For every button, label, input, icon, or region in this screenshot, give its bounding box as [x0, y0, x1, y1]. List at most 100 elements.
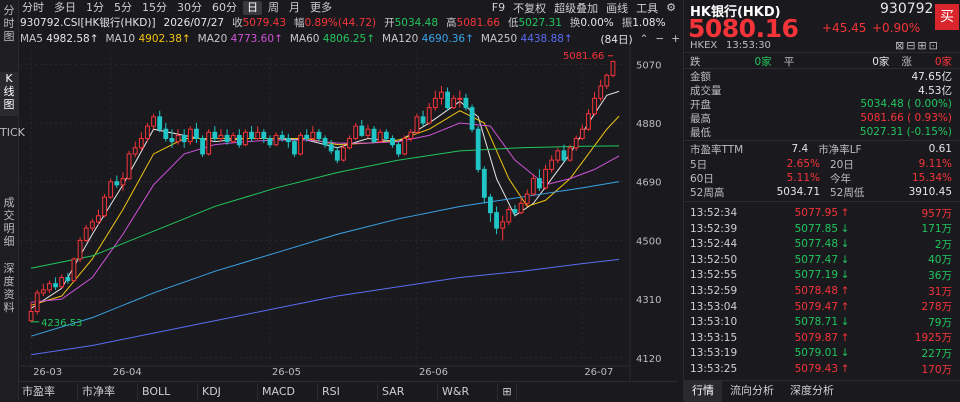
plus-icon[interactable]: +	[671, 33, 680, 45]
period-multiday[interactable]: 多日	[50, 1, 80, 15]
tab-flow-analysis[interactable]: 流向分析	[722, 381, 782, 402]
candle-body	[322, 137, 328, 146]
buy-button[interactable]: 买	[935, 4, 959, 30]
candle-body	[537, 178, 542, 189]
valuation-row: 市盈率TTM 7.4 市净率LF 0.61	[690, 143, 952, 156]
candle-body	[506, 209, 512, 223]
tab-depth-analysis[interactable]: 深度分析	[782, 381, 842, 402]
tick-volume: 31万	[928, 285, 952, 298]
period-30min[interactable]: 30分	[173, 1, 206, 15]
period-more[interactable]: 更多	[306, 1, 336, 15]
candle-body	[175, 134, 181, 143]
tick-volume: 957万	[921, 207, 952, 220]
candle-body	[53, 283, 58, 288]
bar-count[interactable]: (84日)	[601, 32, 633, 47]
candle-body	[298, 134, 303, 155]
indicator-pb[interactable]: 市净率	[78, 383, 138, 401]
up-label: 涨	[901, 55, 912, 68]
tick-row: 13:52:55 5077.19 ↓ 36万	[690, 268, 952, 282]
amp-value: 1.08%	[632, 17, 666, 29]
panel-tabs: 行情 流向分析 深度分析	[684, 380, 960, 402]
candle-body	[102, 196, 107, 217]
security-code: 930792.CSI[HK银行(HKD)]	[20, 17, 156, 29]
candle-body	[132, 147, 138, 155]
y-tick-label: 4880	[636, 119, 661, 130]
stat-amount: 金额 47.65亿	[690, 70, 952, 83]
indicator-boll[interactable]: BOLL	[138, 383, 198, 401]
candle-body	[138, 137, 144, 149]
tick-price: 5079.47	[794, 300, 838, 313]
panel-icons[interactable]: ⊠⊟⊞⊡	[895, 39, 940, 52]
draw-button[interactable]: 画线	[606, 0, 628, 16]
candle-body	[353, 125, 359, 139]
indicator-kdj[interactable]: KDJ	[198, 383, 258, 401]
period-timeshare[interactable]: 分时	[18, 1, 48, 15]
candle-body	[530, 178, 536, 195]
chevron-up-icon[interactable]: ⌃	[640, 33, 649, 45]
indicator-macd[interactable]: MACD	[258, 383, 318, 401]
y-tick-label: 4500	[636, 236, 661, 247]
tab-quote[interactable]: 行情	[684, 381, 722, 402]
period-60min[interactable]: 60分	[208, 1, 241, 15]
candle-body	[151, 116, 156, 127]
tick-volume: 40万	[928, 254, 952, 267]
period-1min[interactable]: 1分	[82, 1, 108, 15]
arrow-up-icon: ↑	[840, 207, 850, 219]
candle-body	[408, 131, 414, 139]
period-day[interactable]: 日	[243, 0, 262, 15]
tick-row: 13:52:44 5077.48 ↓ 2万	[690, 237, 952, 251]
candle-body	[218, 134, 224, 139]
overlay-button[interactable]: 超级叠加	[554, 0, 598, 16]
indicator-pe[interactable]: 市盈率	[18, 383, 78, 401]
quote-info-row: 930792.CSI[HK银行(HKD)] 2026/07/27 收5079.4…	[20, 15, 680, 30]
open-label: 开	[384, 17, 395, 29]
y-tick-label: 4690	[636, 178, 661, 189]
open-value: 5034.48	[394, 17, 439, 29]
candle-body	[469, 107, 475, 130]
tick-time: 13:53:04	[690, 300, 738, 313]
period-15min[interactable]: 15分	[138, 1, 171, 15]
kline-chart[interactable]: 5070 4880 4690 4500 4310 4120 26-03 26-04 26-05 2…	[18, 46, 680, 381]
candle-body	[316, 131, 322, 139]
arrow-down-icon: ↓	[840, 238, 850, 251]
price-change: +45.45	[822, 21, 867, 35]
gear-icon[interactable]: ⚙	[666, 1, 676, 14]
tick-volume: 1925万	[914, 332, 952, 345]
f9-button[interactable]: F9	[492, 1, 505, 14]
y-tick-label: 4310	[636, 295, 661, 306]
candle-body	[341, 147, 346, 161]
tab-depth[interactable]: 深度资料	[0, 262, 18, 318]
tools-button[interactable]: 工具	[636, 0, 658, 16]
indicator-wr[interactable]: W&R	[438, 383, 498, 401]
minus-icon[interactable]: −	[655, 33, 664, 45]
candle-body	[402, 137, 408, 155]
candle-body	[396, 144, 401, 155]
tick-time: 13:52:55	[690, 269, 738, 282]
period-month[interactable]: 月	[285, 1, 304, 15]
tab-kline[interactable]: K线图	[0, 72, 18, 116]
down-label: 跌	[690, 55, 701, 68]
arrow-up-icon: ↑	[840, 300, 850, 313]
ma5-legend: MA5 4982.58↑	[20, 33, 99, 45]
stat-open: 开盘 5034.48 ( 0.00%)	[690, 98, 952, 111]
candle-body	[500, 221, 506, 229]
amp-label: 振	[621, 17, 633, 29]
arrow-down-icon: ↓	[840, 222, 850, 235]
period-week[interactable]: 周	[264, 1, 283, 15]
tab-timeshare[interactable]: 分时图	[0, 4, 18, 44]
add-indicator-icon[interactable]: ⊞	[498, 383, 517, 401]
candle-body	[200, 137, 205, 155]
tab-tick[interactable]: TICK	[0, 126, 25, 182]
perf-row-1: 5日 2.65% 20日 9.11%	[690, 158, 952, 171]
ma20-legend: MA20 4773.60↑	[197, 33, 283, 45]
tick-time: 13:53:25	[690, 363, 738, 375]
indicator-rsi[interactable]: RSI	[318, 383, 378, 401]
candle-body	[249, 131, 254, 139]
period-5min[interactable]: 5分	[110, 1, 136, 15]
candle-body	[83, 227, 89, 241]
indicator-sar[interactable]: SAR	[378, 383, 438, 401]
tick-row: 13:53:04 5079.47 ↑ 278万	[690, 300, 952, 314]
candle-body	[206, 131, 212, 155]
tab-trade-detail[interactable]: 成交明细	[0, 196, 18, 252]
adjust-button[interactable]: 不复权	[513, 0, 546, 16]
